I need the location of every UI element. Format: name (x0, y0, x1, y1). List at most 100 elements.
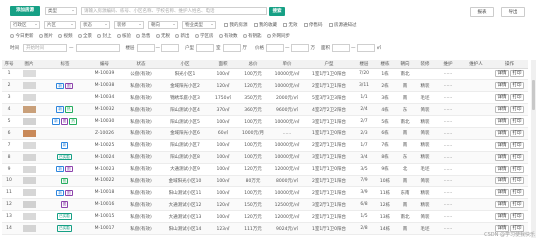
detail-button[interactable]: 详情 (495, 213, 509, 221)
checkbox-school-district[interactable]: 学区房 (194, 33, 214, 39)
checkbox-video[interactable]: 视频 (58, 33, 73, 39)
cell-code[interactable]: M-10025 (88, 139, 121, 152)
table-row[interactable]: 14 已实勘 M-10017 私盘(有效) 阳山测试小区14 123㎡ 111万元 9024元… (2, 222, 528, 235)
listing-thumbnail[interactable] (22, 118, 36, 125)
area-max-input[interactable] (356, 44, 375, 52)
checkbox-photo[interactable]: 图片 (38, 33, 53, 39)
checkbox-has-key[interactable]: 有钥匙 (242, 33, 262, 39)
start-time-input[interactable]: 开始时间 (23, 44, 67, 52)
cell-name[interactable]: 大通测试小区9 (161, 163, 209, 176)
table-row[interactable]: 7 新 M-10025 私盘(有效) 阳山测试小区7 100㎡ 100万元 10000元/㎡ 2… (2, 139, 528, 152)
table-row[interactable]: 4 新热 M-10032 私盘(有效) 阳山测试小区4 370㎡ 360万元 9600元/㎡ 4… (2, 103, 528, 117)
cell-code[interactable]: M-10024 (88, 151, 121, 164)
listing-thumbnail[interactable] (22, 189, 36, 197)
cell-name[interactable]: 锦绣华庭小区3 (161, 91, 209, 105)
checkbox-notified[interactable]: 房源通知过 (328, 22, 357, 28)
print-button[interactable]: 打印 (510, 129, 524, 137)
hall-count-input[interactable] (222, 44, 241, 52)
detail-button[interactable]: 详情 (495, 94, 509, 102)
search-button[interactable]: 搜索 (269, 6, 285, 16)
listing-thumbnail[interactable] (22, 141, 36, 149)
detail-button[interactable]: 详情 (495, 82, 509, 90)
checkbox-sealed[interactable]: 封上 (97, 33, 112, 39)
listing-thumbnail[interactable] (22, 177, 36, 185)
cell-name[interactable]: 金域阳光小区6 (161, 127, 209, 140)
print-button[interactable]: 打印 (510, 82, 524, 90)
cell-name[interactable]: 阳山测试小区5 (161, 115, 209, 128)
print-button[interactable]: 打印 (510, 153, 524, 161)
listing-thumbnail[interactable] (22, 106, 36, 114)
listing-thumbnail[interactable] (22, 165, 36, 173)
detail-button[interactable]: 详情 (495, 177, 509, 185)
price-max-input[interactable] (290, 44, 309, 52)
print-button[interactable]: 打印 (510, 141, 524, 149)
print-button[interactable]: 打印 (510, 201, 524, 209)
end-time-input[interactable] (75, 44, 120, 52)
listing-thumbnail[interactable] (22, 129, 36, 137)
table-row[interactable]: 5 新图热 M-10030 私盘(有效) 阳山测试小区5 100㎡ 100万元 10000元/… (2, 115, 528, 128)
detail-button[interactable]: 详情 (495, 118, 509, 125)
detail-button[interactable]: 详情 (495, 106, 509, 114)
table-row[interactable]: 11 新图 M-10018 私盘(有效) 阳山测试小区11 100㎡ 100万元 10000元… (2, 186, 528, 200)
table-row[interactable]: 13 已实勘 M-10015 私盘(有效) 大通测试小区13 100㎡ 120万元 12000… (2, 210, 528, 224)
keyword-search-input[interactable]: 请输入房源编码、栋号、小区名称、学校名称、维护人姓名、电话 (81, 7, 267, 15)
cell-code[interactable]: M-10022 (88, 175, 121, 188)
radio-today-updated[interactable]: 今日更新 (10, 33, 34, 39)
cell-name[interactable]: 大通测试小区12 (161, 198, 209, 212)
area-min-input[interactable] (332, 44, 350, 52)
checkbox-verified[interactable]: 核验 (116, 33, 131, 39)
cell-code[interactable]: Z-10026 (88, 127, 121, 140)
cell-name[interactable]: 金域阳光小区2 (161, 79, 209, 93)
listing-thumbnail[interactable] (22, 70, 36, 78)
table-row[interactable]: 10 热 M-10022 私盘(有效) 金域阳光小区10 100㎡ 80万元 8000元/㎡ 2… (2, 175, 528, 188)
detail-button[interactable]: 详情 (495, 141, 509, 149)
cell-code[interactable]: M-10030 (88, 115, 121, 128)
detail-button[interactable]: 详情 (495, 201, 509, 209)
table-row[interactable]: 2 新图 M-10038 私盘(有效) 金域阳光小区2 120㎡ 120万元 10000元/㎡… (2, 79, 528, 93)
checkbox-my-listings[interactable]: 我的房源 (224, 22, 248, 28)
room-count-input[interactable] (196, 44, 214, 52)
cell-name[interactable]: 阳光小区1 (161, 68, 209, 81)
cell-code[interactable]: M-10023 (88, 163, 121, 176)
cell-name[interactable]: 阳山测试小区7 (161, 139, 209, 152)
checkbox-panorama[interactable]: 全景 (77, 33, 92, 39)
table-row[interactable]: 6 Z-10026 私盘(有效) 金域阳光小区6 60㎡ 1000元/月...... 1室1… (2, 127, 528, 140)
cell-code[interactable]: M-10016 (88, 198, 121, 212)
listing-thumbnail[interactable] (22, 82, 36, 90)
orientation-select[interactable]: 朝向 (148, 21, 178, 29)
price-min-input[interactable] (266, 44, 284, 52)
cell-name[interactable]: 金域阳光小区10 (161, 175, 209, 188)
cell-name[interactable]: 阳山测试小区8 (161, 151, 209, 164)
cell-code[interactable]: M-10032 (88, 103, 121, 117)
detail-button[interactable]: 详情 (495, 189, 509, 197)
detail-button[interactable]: 详情 (495, 153, 509, 161)
listing-thumbnail[interactable] (22, 94, 36, 102)
table-row[interactable]: 12 图 M-10016 私盘(有效) 大通测试小区12 120㎡ 150万元 12500元/… (2, 198, 528, 212)
cell-code[interactable]: M-10039 (88, 68, 121, 81)
detail-button[interactable]: 详情 (495, 70, 509, 78)
type-select[interactable]: 类型 (45, 7, 77, 15)
table-row[interactable]: 1 M-10039 公盘(有效) 阳光小区1 100㎡ 100万元 10000元/㎡ 1室1厅… (2, 68, 528, 81)
table-row[interactable]: 9 新图 M-10023 私盘(有效) 大通测试小区9 100㎡ 120万元 12000元/㎡… (2, 163, 528, 176)
table-scrollbar[interactable] (531, 60, 536, 238)
checkbox-external-sync[interactable]: 外网同步 (266, 33, 290, 39)
cell-code[interactable]: M-10034 (88, 91, 121, 105)
floor-min-input[interactable] (136, 44, 155, 52)
print-button[interactable]: 打印 (510, 189, 524, 197)
print-button[interactable]: 打印 (510, 118, 524, 125)
checkbox-new[interactable]: 新出 (175, 33, 190, 39)
status-select[interactable]: 状态 (80, 21, 110, 29)
print-button[interactable]: 打印 (510, 94, 524, 102)
checkbox-my-favorites[interactable]: 我的收藏 (253, 22, 277, 28)
checkbox-invalid[interactable]: 无效 (283, 22, 298, 28)
property-type-select[interactable]: 物业类型 (182, 21, 216, 29)
cell-code[interactable]: M-10038 (88, 79, 121, 93)
floor-max-input[interactable] (161, 44, 179, 52)
table-row[interactable]: 8 已实勘 M-10024 私盘(有效) 阳山测试小区8 100㎡ 100万元 10000元/… (2, 151, 528, 164)
cell-code[interactable]: M-10017 (88, 222, 121, 235)
listing-thumbnail[interactable] (22, 153, 36, 161)
checkbox-valid-count[interactable]: 有效数 (218, 33, 238, 39)
export-button[interactable]: 导出 (501, 7, 525, 17)
detail-button[interactable]: 详情 (495, 165, 509, 173)
print-button[interactable]: 打印 (510, 106, 524, 114)
